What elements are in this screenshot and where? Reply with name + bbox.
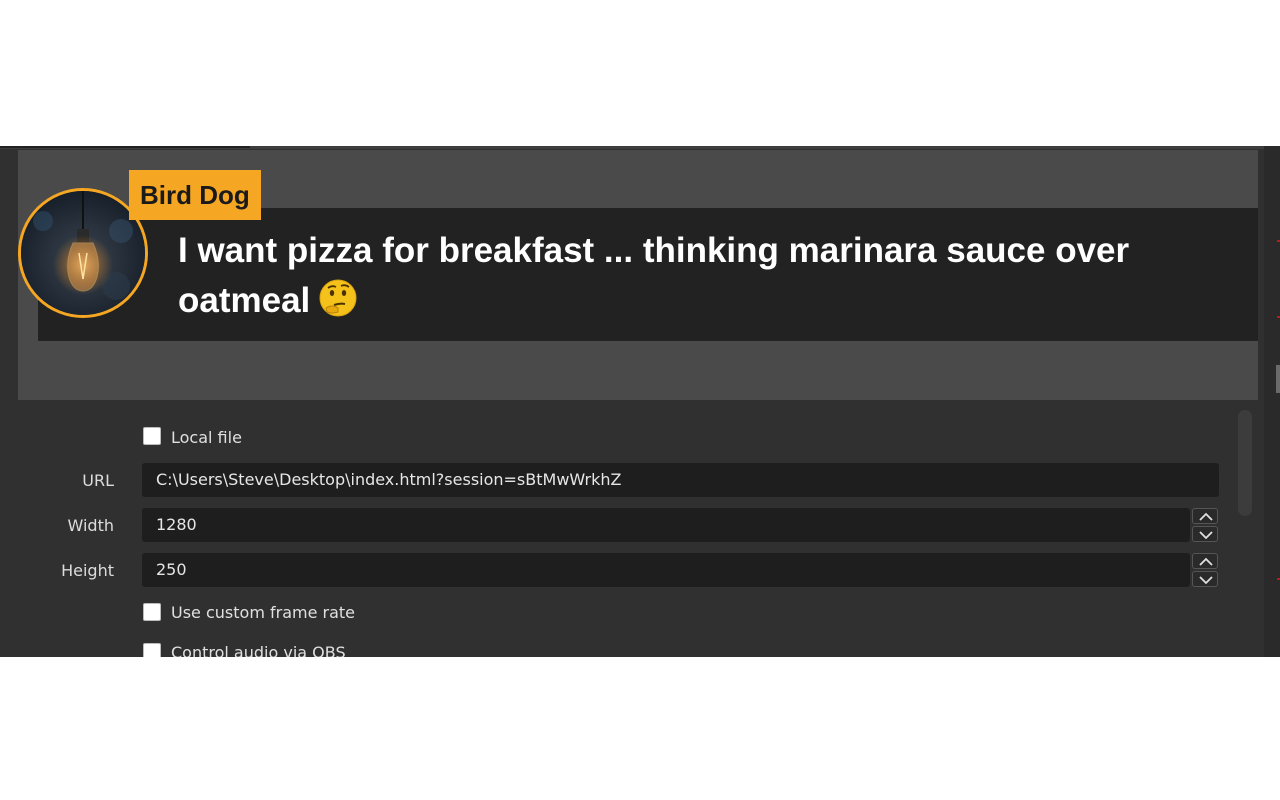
local-file-checkbox[interactable]: [143, 427, 161, 445]
height-label: Height: [61, 561, 114, 580]
url-label: URL: [82, 471, 114, 490]
properties-form: Local file URL C:\Users\Steve\Desktop\in…: [0, 400, 1264, 657]
chevron-up-icon: [1199, 557, 1213, 566]
url-field[interactable]: C:\Users\Steve\Desktop\index.html?sessio…: [142, 463, 1219, 497]
source-preview: I want pizza for breakfast ... thinking …: [18, 150, 1258, 400]
message-line-2: oatmeal: [178, 281, 311, 320]
width-decrement-button[interactable]: [1192, 526, 1218, 542]
message-line-1: I want pizza for breakfast ... thinking …: [178, 231, 1130, 270]
chat-message-text: I want pizza for breakfast ... thinking …: [178, 226, 1258, 326]
width-stepper[interactable]: [1192, 508, 1218, 542]
thinking-face-icon: [319, 279, 357, 317]
custom-frame-rate-label: Use custom frame rate: [171, 603, 356, 622]
control-audio-checkbox[interactable]: [143, 643, 161, 657]
height-field[interactable]: 250: [142, 553, 1190, 587]
chevron-down-icon: [1199, 576, 1213, 585]
browser-source-properties-panel: I want pizza for breakfast ... thinking …: [0, 146, 1280, 657]
chevron-down-icon: [1199, 531, 1213, 540]
height-stepper[interactable]: [1192, 553, 1218, 587]
panel-top-accent: [0, 146, 250, 148]
splitter-handle[interactable]: [1276, 365, 1280, 393]
right-edge-strip: [1264, 146, 1280, 657]
vertical-scrollbar[interactable]: [1238, 410, 1252, 516]
chevron-up-icon: [1199, 512, 1213, 521]
width-label: Width: [67, 516, 114, 535]
height-increment-button[interactable]: [1192, 553, 1218, 569]
custom-frame-rate-checkbox[interactable]: [143, 603, 161, 621]
height-decrement-button[interactable]: [1192, 571, 1218, 587]
control-audio-label: Control audio via OBS: [171, 643, 346, 657]
name-tag: Bird Dog: [129, 170, 261, 220]
lightbulb-photo: [21, 191, 145, 315]
width-increment-button[interactable]: [1192, 508, 1218, 524]
chat-message-box: I want pizza for breakfast ... thinking …: [38, 208, 1258, 341]
local-file-label: Local file: [171, 428, 242, 447]
width-field[interactable]: 1280: [142, 508, 1190, 542]
